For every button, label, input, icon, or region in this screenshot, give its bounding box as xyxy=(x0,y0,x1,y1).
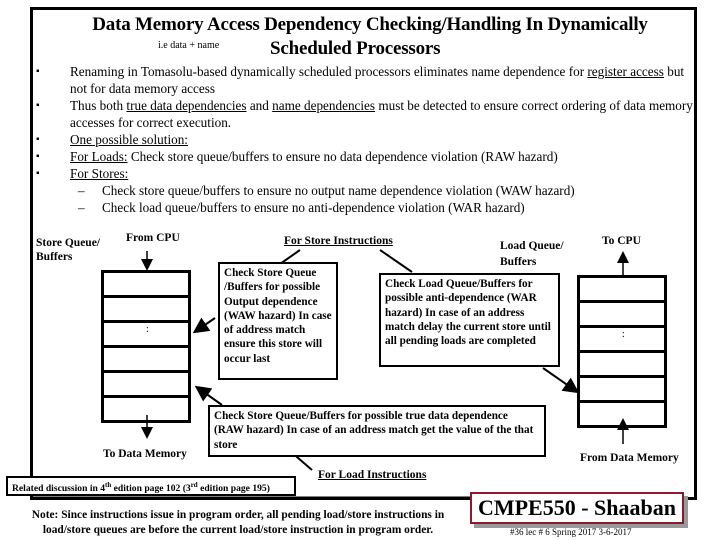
related-suffix: edition page 195) xyxy=(197,483,270,495)
from-cpu-label: From CPU xyxy=(126,232,180,244)
related-middle: edition page 102 (3 xyxy=(111,483,191,495)
ellipsis-dots: : xyxy=(622,329,625,340)
queue-slot xyxy=(580,278,664,303)
to-cpu-label: To CPU xyxy=(602,235,641,247)
queue-slot xyxy=(580,403,664,425)
related-prefix: Related discussion in 4 xyxy=(12,483,106,495)
raw-check-note: Check Store Queue/Buffers for possible t… xyxy=(208,405,546,457)
load-queue-label: Load Queue/ Buffers xyxy=(500,240,564,268)
waw-check-note: Check Store Queue /Buffers for possible … xyxy=(218,262,338,380)
queue-slot xyxy=(104,273,188,298)
to-data-memory-label: To Data Memory xyxy=(103,448,187,460)
queue-slot xyxy=(104,398,188,420)
queue-slot xyxy=(104,373,188,398)
related-discussion-box: Related discussion in 4th edition page 1… xyxy=(6,476,296,496)
waw-note-arrow xyxy=(192,317,216,334)
ellipsis-dots: : xyxy=(146,324,149,335)
course-brand-box: CMPE550 - Shaaban xyxy=(470,492,684,524)
raw-note-arrow xyxy=(194,385,223,406)
war-note-arrow xyxy=(542,367,580,394)
program-order-note: Note: Since instructions issue in progra… xyxy=(31,509,445,536)
queue-slot xyxy=(580,378,664,403)
load-queue-buffers: : xyxy=(577,275,667,428)
from-data-memory-label: From Data Memory xyxy=(580,452,679,464)
queue-slot xyxy=(580,303,664,328)
lecture-info: #36 lec # 6 Spring 2017 3-6-2017 xyxy=(510,527,632,537)
queue-slot: : xyxy=(580,328,664,353)
war-check-note: Check Load Queue/Buffers for possible an… xyxy=(379,273,560,367)
related-sup-2: rd xyxy=(190,481,198,489)
for-load-instructions-label: For Load Instructions xyxy=(318,469,427,481)
queue-slot xyxy=(104,298,188,323)
store-queue-label: Store Queue/ Buffers xyxy=(36,237,100,263)
for-store-instructions-label: For Store Instructions xyxy=(284,235,393,247)
queue-slot xyxy=(104,348,188,373)
store-queue-buffers: : xyxy=(101,270,191,423)
store-instr-right-connector xyxy=(379,249,413,273)
queue-slot: : xyxy=(104,323,188,348)
queue-slot xyxy=(580,353,664,378)
